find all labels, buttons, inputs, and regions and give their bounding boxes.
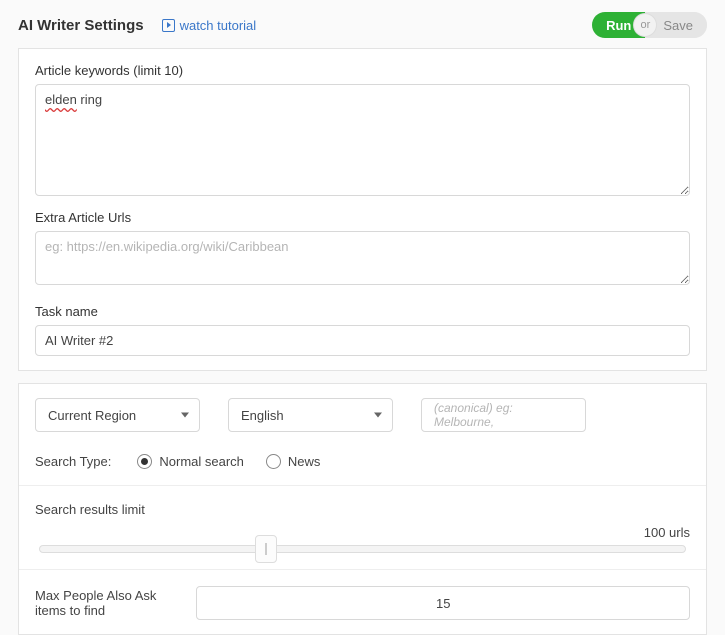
watch-tutorial-link[interactable]: watch tutorial xyxy=(162,18,257,33)
chevron-down-icon xyxy=(374,413,382,418)
max-paa-row: Max People Also Ask items to find xyxy=(35,586,690,620)
search-type-row: Search Type: Normal search News xyxy=(35,454,690,469)
max-paa-label: Max People Also Ask items to find xyxy=(35,588,180,618)
radio-normal-search[interactable]: Normal search xyxy=(137,454,244,469)
search-panel: Current Region English (canonical) eg: M… xyxy=(18,383,707,635)
keyword-word: ring xyxy=(77,92,102,107)
header-bar: AI Writer Settings watch tutorial Run or… xyxy=(0,0,725,48)
task-name-group: Task name xyxy=(35,304,690,356)
task-name-input[interactable] xyxy=(35,325,690,356)
search-limit-group: Search results limit 100 urls xyxy=(35,502,690,553)
search-limit-slider[interactable] xyxy=(39,545,686,553)
keywords-textarea[interactable]: elden ring xyxy=(35,84,690,196)
keyword-word-misspelled: elden xyxy=(45,92,77,107)
keywords-group: Article keywords (limit 10) elden ring xyxy=(35,63,690,196)
task-name-label: Task name xyxy=(35,304,690,319)
divider xyxy=(19,485,706,486)
extra-urls-label: Extra Article Urls xyxy=(35,210,690,225)
chevron-down-icon xyxy=(181,413,189,418)
radio-label: News xyxy=(288,454,321,469)
slider-thumb[interactable] xyxy=(255,535,277,563)
canonical-placeholder: (canonical) eg: Melbourne, xyxy=(434,401,573,429)
language-select-value: English xyxy=(241,408,284,423)
run-save-toggle: Run or Save xyxy=(592,12,707,38)
radio-icon xyxy=(137,454,152,469)
play-icon xyxy=(162,19,175,32)
radio-label: Normal search xyxy=(159,454,244,469)
extra-urls-group: Extra Article Urls xyxy=(35,210,690,290)
radio-news[interactable]: News xyxy=(266,454,321,469)
slider-value-text: 100 urls xyxy=(644,525,690,540)
tutorial-label: watch tutorial xyxy=(180,18,257,33)
region-select-value: Current Region xyxy=(48,408,136,423)
header-left: AI Writer Settings watch tutorial xyxy=(18,17,256,34)
max-paa-input[interactable] xyxy=(196,586,690,620)
selects-row: Current Region English (canonical) eg: M… xyxy=(35,398,690,432)
article-panel: Article keywords (limit 10) elden ring E… xyxy=(18,48,707,371)
search-type-label: Search Type: xyxy=(35,454,111,469)
extra-urls-textarea[interactable] xyxy=(35,231,690,285)
keywords-label: Article keywords (limit 10) xyxy=(35,63,690,78)
region-select[interactable]: Current Region xyxy=(35,398,200,432)
language-select[interactable]: English xyxy=(228,398,393,432)
search-limit-label: Search results limit xyxy=(35,502,690,517)
radio-icon xyxy=(266,454,281,469)
page-title: AI Writer Settings xyxy=(18,17,144,34)
canonical-input[interactable]: (canonical) eg: Melbourne, xyxy=(421,398,586,432)
slider-wrap: 100 urls xyxy=(35,527,690,553)
divider xyxy=(19,569,706,570)
